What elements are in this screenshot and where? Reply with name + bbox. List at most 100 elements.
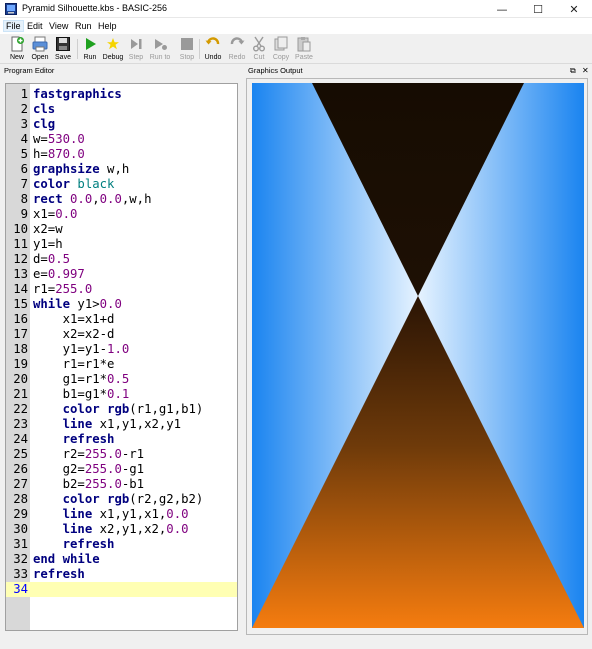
line-number: 26 xyxy=(13,462,28,476)
line-number: 22 xyxy=(13,402,28,416)
code-line: 27 b2=255.0-b1 xyxy=(6,477,237,492)
close-panel-icon[interactable]: ✕ xyxy=(582,66,589,76)
floppy-disk-icon xyxy=(56,37,70,51)
code-line: 7 color black xyxy=(6,177,237,192)
new-button[interactable]: New xyxy=(5,35,29,63)
line-number: 30 xyxy=(13,522,28,536)
line-number: 13 xyxy=(13,267,28,281)
code-line: 15 while y1>0.0 xyxy=(6,297,237,312)
run-to-button[interactable]: Run to xyxy=(148,35,172,63)
line-number: 34 xyxy=(13,582,28,596)
undo-icon xyxy=(205,37,220,45)
line-number: 7 xyxy=(20,177,28,191)
minimize-button[interactable]: — xyxy=(484,0,520,18)
close-button[interactable]: ✕ xyxy=(556,0,592,18)
paste-button[interactable]: Paste xyxy=(292,35,316,63)
line-number: 8 xyxy=(20,192,28,206)
menu-view[interactable]: View xyxy=(47,21,70,31)
code-area[interactable]: 1 fastgraphics 2 cls 3 clg 4 w=530.0 5 h=870.… xyxy=(6,87,237,597)
code-line: 19 r1=r1*e xyxy=(6,357,237,372)
line-number: 18 xyxy=(13,342,28,356)
code-line: 21 b1=g1*0.1 xyxy=(6,387,237,402)
copy-icon xyxy=(274,36,288,51)
line-number: 12 xyxy=(13,252,28,266)
line-number: 16 xyxy=(13,312,28,326)
new-file-icon xyxy=(11,36,24,52)
line-number: 28 xyxy=(13,492,28,506)
line-number: 31 xyxy=(13,537,28,551)
line-number: 21 xyxy=(13,387,28,401)
code-line: 6 graphsize w,h xyxy=(6,162,237,177)
step-button[interactable]: Step xyxy=(124,35,148,63)
graphics-output-title: Graphics Output xyxy=(248,66,303,75)
code-line: 33 refresh xyxy=(6,567,237,582)
code-line: 32 end while xyxy=(6,552,237,567)
copy-button[interactable]: Copy xyxy=(269,35,293,63)
graphics-output-canvas xyxy=(252,83,584,628)
code-line: 20 g1=r1*0.5 xyxy=(6,372,237,387)
program-editor[interactable]: 1 fastgraphics 2 cls 3 clg 4 w=530.0 5 h=870.… xyxy=(5,83,238,631)
code-line: 29 line x1,y1,x1,0.0 xyxy=(6,507,237,522)
save-button[interactable]: Save xyxy=(51,35,75,63)
maximize-button[interactable]: ☐ xyxy=(520,0,556,18)
code-line: 17 x2=x2-d xyxy=(6,327,237,342)
code-line: 28 color rgb(r2,g2,b2) xyxy=(6,492,237,507)
step-icon xyxy=(131,39,142,49)
code-line: 24 refresh xyxy=(6,432,237,447)
cut-button[interactable]: Cut xyxy=(247,35,271,63)
run-button[interactable]: Run xyxy=(78,35,102,63)
line-number: 14 xyxy=(13,282,28,296)
program-editor-title: Program Editor xyxy=(4,66,55,75)
app-icon xyxy=(5,3,17,15)
line-number: 29 xyxy=(13,507,28,521)
line-number: 11 xyxy=(13,237,28,251)
line-number: 5 xyxy=(20,147,28,161)
play-icon xyxy=(86,38,96,50)
line-number: 10 xyxy=(13,222,28,236)
line-number: 2 xyxy=(20,102,28,116)
line-number: 9 xyxy=(20,207,28,221)
line-number: 32 xyxy=(13,552,28,566)
window-title: Pyramid Silhouette.kbs - BASIC-256 xyxy=(22,3,168,13)
open-button[interactable]: Open xyxy=(28,35,52,63)
code-line: 8 rect 0.0,0.0,w,h xyxy=(6,192,237,207)
code-line: 16 x1=x1+d xyxy=(6,312,237,327)
clipboard-icon xyxy=(297,37,311,52)
line-number: 23 xyxy=(13,417,28,431)
line-number: 20 xyxy=(13,372,28,386)
stop-icon xyxy=(181,38,193,50)
code-line: 23 line x1,y1,x2,y1 xyxy=(6,417,237,432)
menu-help[interactable]: Help xyxy=(96,21,119,31)
line-number: 27 xyxy=(13,477,28,491)
line-number: 17 xyxy=(13,327,28,341)
program-editor-header: Program Editor xyxy=(0,65,240,77)
line-number: 4 xyxy=(20,132,28,146)
menu-bar: File Edit View Run Help xyxy=(0,18,592,34)
code-line: 25 r2=255.0-r1 xyxy=(6,447,237,462)
code-line: 30 line x2,y1,x2,0.0 xyxy=(6,522,237,537)
toolbar-separator xyxy=(199,39,200,59)
code-line: 31 refresh xyxy=(6,537,237,552)
menu-file[interactable]: File xyxy=(3,20,24,32)
debug-button[interactable]: Debug xyxy=(101,35,125,63)
code-line: 3 clg xyxy=(6,117,237,132)
code-line: 1 fastgraphics xyxy=(6,87,237,102)
code-line: 5 h=870.0 xyxy=(6,147,237,162)
redo-icon xyxy=(230,37,245,45)
redo-button[interactable]: Redo xyxy=(225,35,249,63)
code-line: 2 cls xyxy=(6,102,237,117)
float-panel-icon[interactable]: ⧉ xyxy=(570,66,576,76)
code-line: 9 x1=0.0 xyxy=(6,207,237,222)
graphics-output-header: Graphics Output ⧉ ✕ xyxy=(244,65,592,77)
current-code-line[interactable]: 34 xyxy=(6,582,237,597)
line-number: 24 xyxy=(13,432,28,446)
open-printer-icon xyxy=(32,36,48,52)
line-number: 3 xyxy=(20,117,28,131)
menu-edit[interactable]: Edit xyxy=(25,21,45,31)
undo-button[interactable]: Undo xyxy=(201,35,225,63)
menu-run[interactable]: Run xyxy=(73,21,94,31)
code-line: 13 e=0.997 xyxy=(6,267,237,282)
code-line: 12 d=0.5 xyxy=(6,252,237,267)
line-number: 1 xyxy=(20,87,28,101)
stop-button[interactable]: Stop xyxy=(175,35,199,63)
